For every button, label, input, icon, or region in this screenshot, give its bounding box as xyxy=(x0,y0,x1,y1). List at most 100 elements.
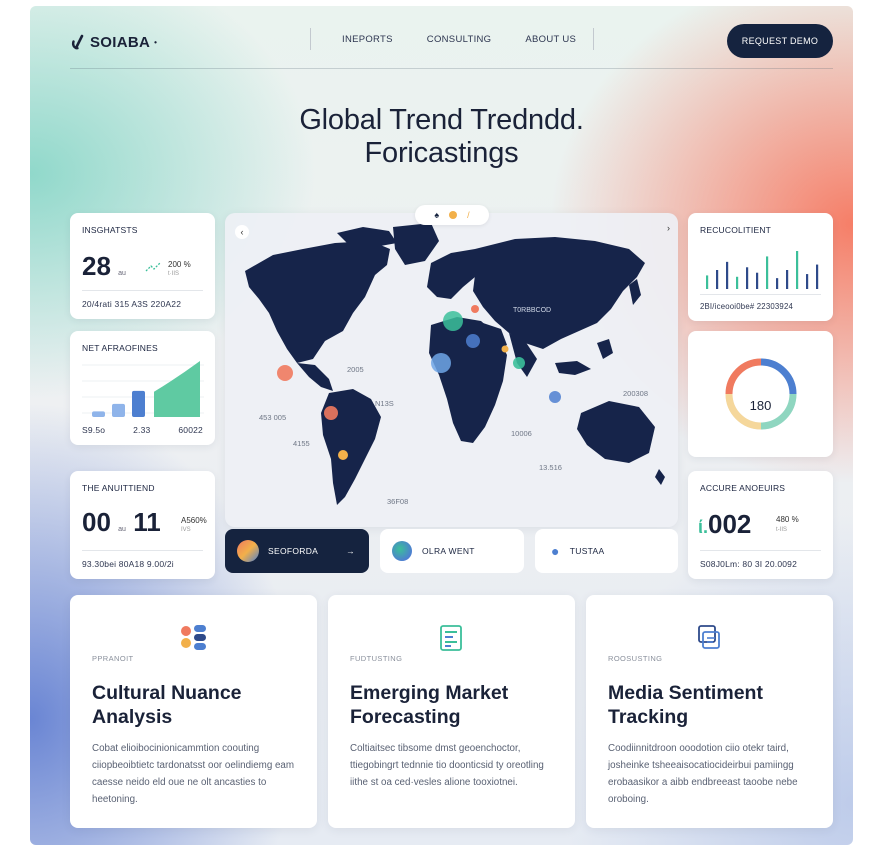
pill-2-label: OLRA WENT xyxy=(422,546,475,556)
recruitment-bar xyxy=(806,274,809,289)
pill-tustaa[interactable]: ● TUSTAA xyxy=(535,529,678,573)
recruitment-bar xyxy=(716,270,719,289)
map-point-teal-1 xyxy=(443,311,463,331)
feature-card-media[interactable]: ROOSUSTING Media Sentiment Tracking Cood… xyxy=(586,595,833,828)
trend-title: THE ANUITTIEND xyxy=(82,483,155,493)
world-map-panel[interactable]: ‹ › 2005 N13S 453 005 4155 T0RBBCOD 2003… xyxy=(225,213,678,527)
brand-name: SOIABA xyxy=(90,33,151,51)
feature-card-cultural[interactable]: PPRANOIT Cultural Nuance Analysis Cobat … xyxy=(70,595,317,828)
accuracy-sub: t-IIS xyxy=(776,527,788,533)
feature-3-title: Media Sentiment Tracking xyxy=(608,682,763,728)
recruitment-bar xyxy=(766,256,769,289)
nav-link-about[interactable]: ABOUT US xyxy=(525,34,576,45)
trend-unit: au xyxy=(118,526,126,533)
metrics-footer-3: 60022 xyxy=(178,425,203,435)
map-point-blue-2 xyxy=(431,353,451,373)
trend-footer: 93.30bei 80A18 9.00/2i xyxy=(82,559,174,569)
accuracy-footer: S08J0Lm: 80 3I 20.0092 xyxy=(700,559,798,569)
map-point-amber-2 xyxy=(501,345,509,353)
recruitment-bar xyxy=(746,267,749,289)
continent-north-america xyxy=(245,241,390,363)
user-icon: ● xyxy=(551,543,560,559)
nav-link-consulting[interactable]: CONSULTING xyxy=(427,34,492,45)
recruitment-footer: 2BI/iceooi0be# 22303924 xyxy=(700,302,794,311)
insights-value: 28 au xyxy=(82,251,126,282)
feature-3-tag: ROOSUSTING xyxy=(608,654,663,663)
hero-line-2: Foricastings xyxy=(364,137,519,169)
pill-seoforda[interactable]: SEOFORDA → xyxy=(225,529,369,573)
map-point-blue-1 xyxy=(466,334,480,348)
accuracy-pct: 480 % xyxy=(776,515,799,524)
trend-number-2: 11 xyxy=(133,507,161,537)
map-point-coral-2 xyxy=(324,406,338,420)
donut-value: 180 xyxy=(749,398,772,413)
accuracy-title: ACCURE ANOEUIRS xyxy=(700,483,786,493)
insights-unit: au xyxy=(118,270,126,277)
trend-pct: A560% xyxy=(181,516,207,525)
continent-greenland xyxy=(393,223,439,265)
trend-card[interactable]: THE ANUITTIEND 00 au 11 A560% IVS 93.30b… xyxy=(70,471,215,579)
pill-olra-went[interactable]: OLRA WENT xyxy=(380,529,524,573)
trend-number-1: 00 xyxy=(82,507,111,537)
accuracy-prefix: ί. xyxy=(698,517,709,537)
metrics-footer-2: 2.33 xyxy=(133,425,151,435)
map-label-3: 453 005 xyxy=(259,413,287,422)
nav-link-reports[interactable]: INEPORTS xyxy=(342,34,393,45)
map-label-7: 10006 xyxy=(511,429,532,438)
list-chart-icon xyxy=(440,625,462,651)
trend-rule xyxy=(82,550,203,551)
insights-number: 28 xyxy=(82,251,111,281)
feature-2-tag: FUDTUSTING xyxy=(350,654,403,663)
insights-sub: t·IIS xyxy=(168,271,180,277)
recruitment-bar xyxy=(816,264,819,289)
insights-pct: 200 % xyxy=(168,260,191,269)
pencil-icon[interactable]: / xyxy=(467,210,470,220)
layer-icon[interactable] xyxy=(449,211,458,219)
map-label-2: N13S xyxy=(375,399,394,408)
recruitment-card[interactable]: RECUCOLITIENT 2BI/iceooi0be# 22303924 xyxy=(688,213,833,321)
feature-card-emerging[interactable]: FUDTUSTING Emerging Market Forecasting C… xyxy=(328,595,575,828)
region-new-zealand xyxy=(655,469,665,485)
insights-rule xyxy=(82,290,203,291)
request-demo-button[interactable]: REQUEST DEMO xyxy=(727,24,833,58)
map-label-8: 13.516 xyxy=(539,463,562,472)
top-nav: SOIABA • INEPORTS CONSULTING ABOUT US REQ… xyxy=(70,24,833,60)
hero-line-1: Global Trend Tredndd. xyxy=(299,104,584,136)
pill-1-label: SEOFORDA xyxy=(268,546,319,556)
chart-pie-icon xyxy=(392,541,412,561)
map-point-teal-2 xyxy=(513,357,525,369)
accuracy-number: 002 xyxy=(708,509,752,539)
recruitment-bar-chart xyxy=(706,251,819,289)
donut-chart xyxy=(725,358,797,430)
recruitment-bar xyxy=(786,270,789,289)
world-map xyxy=(245,223,665,505)
recruitment-bar xyxy=(776,278,779,289)
recruitment-bar xyxy=(796,251,799,289)
region-philippines xyxy=(597,339,613,359)
feature-3-body: Coodiinnitdroon ooodotion ciio otekr tai… xyxy=(608,743,798,805)
trend-up-icon xyxy=(145,262,161,272)
map-next-button[interactable]: › xyxy=(667,223,670,233)
accuracy-card[interactable]: ACCURE ANOEUIRS ί.002 480 % t-IIS S08J0L… xyxy=(688,471,833,579)
metrics-footer-1: S9.5o xyxy=(82,425,106,435)
insights-card[interactable]: INSGHATSTS 28 au 200 % t·IIS 20/4rati 31… xyxy=(70,213,215,319)
pin-icon[interactable]: ♠ xyxy=(434,210,439,220)
donut-card[interactable]: 180 xyxy=(688,331,833,457)
brand-logo[interactable]: SOIABA • xyxy=(70,34,157,51)
map-label-1: 2005 xyxy=(347,365,364,374)
insights-footer: 20/4rati 315 A3S 220A22 xyxy=(82,299,182,309)
nav-divider-left xyxy=(310,28,311,50)
trend-sub: IVS xyxy=(181,527,191,533)
accuracy-value: ί.002 xyxy=(698,509,751,540)
feature-2-body: Coltiaitsec tibsome dmst geoenchoctor, t… xyxy=(350,743,544,788)
continent-central-america xyxy=(297,363,333,391)
hero-heading: Global Trend Tredndd. Foricastings xyxy=(30,104,853,170)
feature-1-title: Cultural Nuance Analysis xyxy=(92,682,242,728)
arrow-right-icon: → xyxy=(346,546,355,556)
segments-icon xyxy=(181,625,206,650)
map-toolbar: ♠ / xyxy=(415,205,489,225)
metrics-card[interactable]: NET AFRAOFINES S9.5o 2.33 60022 xyxy=(70,331,215,445)
nav-links: INEPORTS CONSULTING ABOUT US xyxy=(342,34,576,45)
insights-title: INSGHATSTS xyxy=(82,225,138,235)
map-prev-button[interactable]: ‹ xyxy=(235,225,249,239)
